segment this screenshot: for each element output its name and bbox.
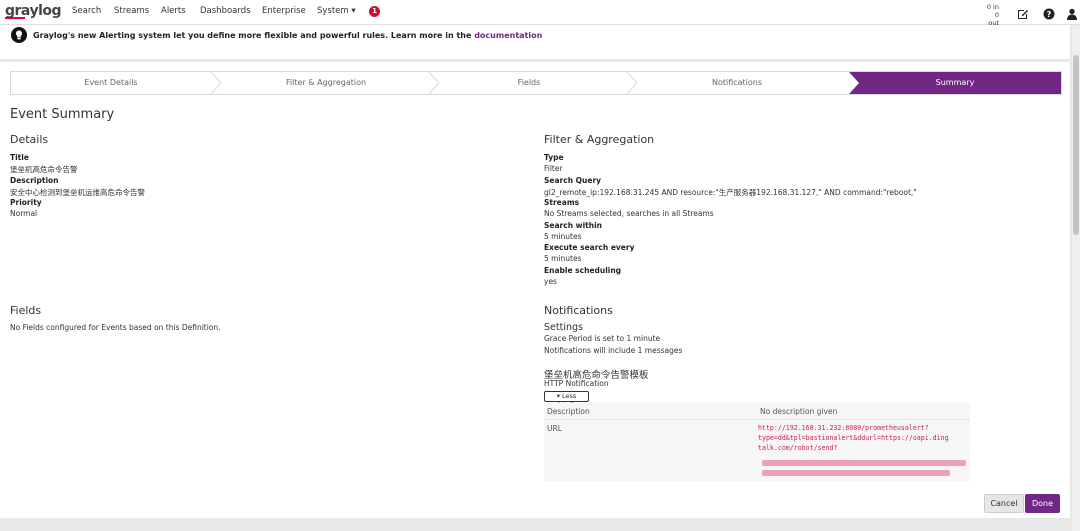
logo-text: graylog	[5, 3, 62, 19]
step-event-details[interactable]: Event Details	[11, 72, 211, 94]
step-fields[interactable]: Fields	[439, 72, 619, 94]
fields-empty-text: No Fields configured for Events based on…	[10, 323, 221, 332]
scrollbar-thumb[interactable]	[1073, 55, 1079, 235]
scheduling-label: Enable scheduling	[544, 266, 622, 275]
priority-value: Normal	[10, 209, 38, 218]
execute-every-value: 5 minutes	[544, 254, 582, 263]
url-cell-value: http://192.168.31.232:8080/prometheusale…	[758, 423, 968, 453]
description-label: Description	[10, 176, 59, 185]
notice-message: Graylog's new Alerting system let you de…	[33, 31, 542, 40]
page-scrollbar[interactable]	[1072, 25, 1080, 531]
alerting-notice: Graylog's new Alerting system let you de…	[0, 25, 1070, 59]
url-line: type=dd&tpl=bastionalert&ddurl=https://o…	[758, 434, 949, 442]
help-icon[interactable]: ?	[1043, 5, 1055, 20]
title-label: Title	[10, 153, 29, 162]
nav-dashboards[interactable]: Dashboards	[200, 6, 251, 16]
svg-text:?: ?	[1047, 10, 1052, 19]
step-active-arrow	[849, 72, 859, 94]
lightbulb-icon	[11, 27, 27, 43]
throughput-in: 0 in	[986, 3, 999, 11]
less-details-button[interactable]: ▾ Less details	[544, 391, 589, 409]
url-line: talk.com/robot/send?	[758, 444, 838, 452]
redacted-token	[762, 470, 950, 476]
page-title: Event Summary	[10, 107, 115, 122]
title-value: 堡垒机高危命令告警	[10, 165, 78, 174]
step-notifications[interactable]: Notifications	[637, 72, 837, 94]
nav-streams[interactable]: Streams	[114, 6, 149, 16]
nav-search[interactable]: Search	[72, 6, 101, 16]
nav-alerts[interactable]: Alerts	[161, 6, 186, 16]
grace-period-text: Grace Period is set to 1 minute	[544, 334, 661, 343]
done-button[interactable]: Done	[1025, 494, 1060, 513]
wizard-steps: Event Details Filter & Aggregation Field…	[10, 71, 1062, 95]
type-value: Filter	[544, 164, 563, 173]
step-summary[interactable]: Summary	[849, 72, 1061, 94]
search-query-value: gl2_remote_ip:192.168.31.245 AND resourc…	[544, 188, 917, 197]
graylog-logo[interactable]: graylog	[5, 3, 62, 19]
throughput-indicator: 0 in 0 out	[985, 3, 999, 27]
nav-enterprise[interactable]: Enterprise	[262, 6, 306, 16]
priority-label: Priority	[10, 198, 42, 207]
streams-label: Streams	[544, 198, 580, 207]
filter-heading: Filter & Aggregation	[544, 133, 655, 146]
step-separator	[627, 72, 637, 94]
search-query-label: Search Query	[544, 176, 602, 185]
url-cell-label: URL	[547, 424, 562, 433]
notification-type: HTTP Notification	[544, 379, 609, 388]
notification-badge[interactable]: 1	[369, 6, 380, 17]
nav-system[interactable]: System ▾	[317, 6, 356, 16]
user-icon[interactable]	[1066, 5, 1078, 20]
include-messages-text: Notifications will include 1 messages	[544, 346, 683, 355]
top-navbar: graylog Search Streams Alerts Dashboards…	[0, 0, 1080, 27]
description-cell-label: Description	[547, 407, 590, 416]
table-row	[544, 403, 970, 420]
step-filter-aggregation[interactable]: Filter & Aggregation	[221, 72, 431, 94]
search-within-label: Search within	[544, 221, 602, 230]
streams-value: No Streams selected, searches in all Str…	[544, 209, 714, 218]
cancel-button[interactable]: Cancel	[984, 494, 1024, 513]
settings-heading: Settings	[544, 322, 583, 333]
notification-details-table: Description No description given URL htt…	[544, 403, 970, 481]
edit-icon[interactable]	[1017, 5, 1029, 19]
url-line: http://192.168.31.232:8080/prometheusale…	[758, 424, 929, 432]
search-within-value: 5 minutes	[544, 232, 582, 241]
step-separator	[429, 72, 439, 94]
details-heading: Details	[10, 133, 49, 146]
documentation-link[interactable]: documentation	[474, 31, 542, 40]
fields-heading: Fields	[10, 304, 42, 317]
execute-every-label: Execute search every	[544, 243, 635, 252]
redacted-token	[762, 460, 966, 466]
scheduling-value: yes	[544, 277, 557, 286]
type-label: Type	[544, 153, 564, 162]
step-separator	[211, 72, 221, 94]
notice-text: Graylog's new Alerting system let you de…	[33, 31, 472, 40]
notifications-heading: Notifications	[544, 304, 613, 317]
description-cell-value: No description given	[760, 407, 838, 416]
description-value: 安全中心检测到堡垒机运维高危命令告警	[10, 188, 145, 197]
